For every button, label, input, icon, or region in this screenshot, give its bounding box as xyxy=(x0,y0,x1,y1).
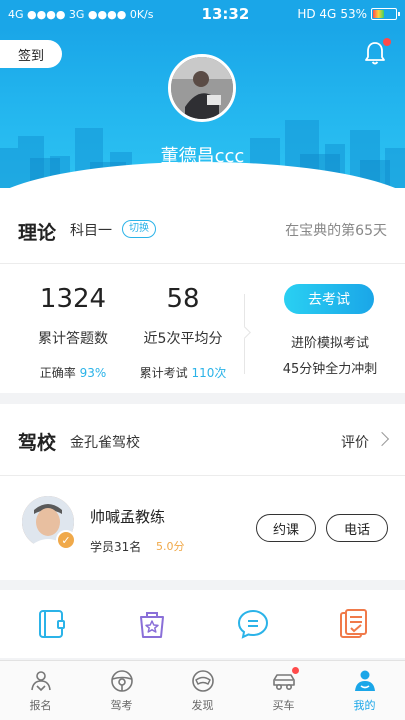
exam-description: 进阶模拟考试 xyxy=(290,336,369,351)
notebook-icon[interactable] xyxy=(34,607,68,641)
clock: 13:32 xyxy=(201,5,250,23)
signal-status: 4G ●●●● 3G ●●●● 0K/s xyxy=(8,7,154,21)
bottom-tab-bar: 报名 驾考 发现 买车 我的 xyxy=(0,660,405,720)
exam-count-value: 110次 xyxy=(191,366,227,380)
tab-driving-test[interactable]: 驾考 xyxy=(81,661,162,720)
book-lesson-button[interactable]: 约课 xyxy=(256,514,316,542)
subject-label: 科目一 xyxy=(70,223,112,239)
coach-students: 学员31名 xyxy=(90,540,142,554)
days-counter: 在宝典的第65天 xyxy=(285,223,387,239)
battery-icon xyxy=(371,8,400,20)
status-right: HD 4G 53% xyxy=(297,7,400,21)
app-screen: 4G ●●●● 3G ●●●● 0K/s 13:32 HD 4G 53% 签到 … xyxy=(0,0,405,720)
call-button[interactable]: 电话 xyxy=(326,514,388,542)
profile-header: 签到 董德昌ccc xyxy=(0,28,405,188)
tab-discover[interactable]: 发现 xyxy=(162,661,243,720)
coach-name: 帅喊孟教练 xyxy=(90,508,166,526)
tab-label: 报名 xyxy=(29,699,52,712)
network-type: HD 4G xyxy=(297,7,337,21)
answered-stat: 1324 累计答题数 正确率 93% xyxy=(18,284,128,381)
theory-card: 理论 科目一 切换 在宝典的第65天 1324 累计答题数 正确率 93% 58… xyxy=(0,188,405,393)
accuracy-line: 正确率 93% xyxy=(18,364,128,381)
average-score-stat: 58 近5次平均分 累计考试 110次 xyxy=(128,284,238,381)
username: 董德昌ccc xyxy=(160,146,245,167)
tab-badge-dot xyxy=(291,667,299,674)
chevron-right-icon xyxy=(374,431,390,447)
shortcut-row xyxy=(0,590,405,658)
tab-label: 发现 xyxy=(191,699,214,712)
average-score-label: 近5次平均分 xyxy=(143,331,223,347)
average-score: 58 xyxy=(166,284,200,314)
driving-school-card: 驾校 金孔雀驾校 评价 ✓ 帅喊孟教练 学员31名 5.0分 约课 电话 xyxy=(0,404,405,580)
stats-divider xyxy=(244,294,245,374)
answered-label: 累计答题数 xyxy=(38,331,108,347)
profile-icon xyxy=(354,670,375,691)
exam-count-line: 累计考试 110次 xyxy=(128,364,238,381)
status-bar: 4G ●●●● 3G ●●●● 0K/s 13:32 HD 4G 53% xyxy=(0,0,405,28)
tab-label: 驾考 xyxy=(110,699,133,712)
discover-icon xyxy=(191,670,214,692)
school-title: 驾校 xyxy=(18,432,57,454)
theory-title: 理论 xyxy=(18,222,57,244)
school-header[interactable]: 驾校 金孔雀驾校 评价 xyxy=(0,404,405,476)
evaluate-link[interactable]: 评价 xyxy=(341,432,369,452)
go-exam-button[interactable]: 去考试 xyxy=(284,284,374,314)
coach-avatar[interactable]: ✓ xyxy=(22,496,76,550)
school-name: 金孔雀驾校 xyxy=(70,435,140,451)
accuracy-label: 正确率 xyxy=(39,366,76,380)
battery-fill xyxy=(373,10,385,18)
avatar[interactable] xyxy=(168,54,236,122)
star-bag-icon[interactable] xyxy=(135,607,169,641)
accuracy-value: 93% xyxy=(79,366,107,380)
exam-duration: 45分钟全力冲刺 xyxy=(282,362,378,377)
checklist-icon[interactable] xyxy=(337,607,371,641)
coach-score: 5.0分 xyxy=(156,540,185,553)
switch-subject-button[interactable]: 切换 xyxy=(122,220,156,238)
message-icon[interactable] xyxy=(236,607,270,641)
battery-percent: 53% xyxy=(340,7,367,21)
verified-badge-icon: ✓ xyxy=(56,530,76,550)
tab-label: 我的 xyxy=(353,699,376,712)
notification-dot xyxy=(383,38,391,46)
tab-mine[interactable]: 我的 xyxy=(324,661,405,720)
exam-count-label: 累计考试 xyxy=(139,366,188,380)
tab-label: 买车 xyxy=(272,699,295,712)
signup-icon xyxy=(30,671,51,692)
tab-buy-car[interactable]: 买车 xyxy=(243,661,324,720)
tab-signup[interactable]: 报名 xyxy=(0,661,81,720)
avatar-photo xyxy=(171,57,233,119)
answered-count: 1324 xyxy=(39,284,107,314)
checkin-button[interactable]: 签到 xyxy=(0,40,62,68)
steering-wheel-icon xyxy=(110,670,133,692)
theory-header: 理论 科目一 切换 在宝典的第65天 xyxy=(0,188,405,264)
